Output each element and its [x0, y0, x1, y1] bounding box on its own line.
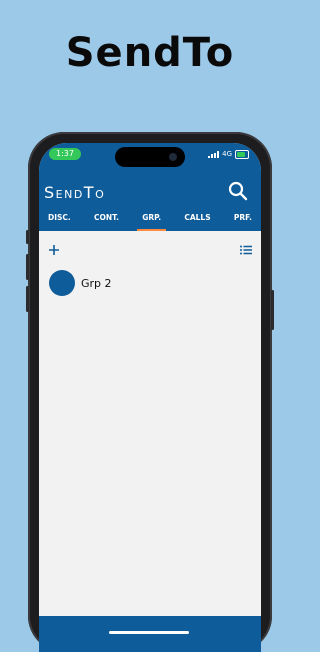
tab-groups[interactable]: GRP. [137, 207, 167, 231]
list-item[interactable]: Grp 2 [49, 270, 112, 296]
group-name: Grp 2 [81, 276, 112, 290]
app-header: 1:37 4G SendTo DISC. CONT. GRP. CALLS PR… [39, 143, 261, 231]
phone-volume-up-button [26, 254, 29, 280]
list-icon [240, 245, 252, 255]
list-view-button[interactable] [239, 242, 253, 256]
promo-title: SendTo [65, 30, 235, 76]
status-indicators: 4G [208, 149, 249, 159]
add-group-button[interactable] [47, 242, 61, 256]
battery-icon [235, 149, 249, 159]
avatar [49, 270, 75, 296]
tab-bar: DISC. CONT. GRP. CALLS PRF. [39, 207, 261, 231]
bottom-bar [39, 616, 261, 652]
tab-calls[interactable]: CALLS [179, 207, 215, 231]
dynamic-island [115, 147, 185, 167]
plus-icon [49, 245, 59, 255]
phone-screen: 1:37 4G SendTo DISC. CONT. GRP. CALLS PR… [39, 143, 261, 652]
tab-contacts[interactable]: CONT. [89, 207, 124, 231]
groups-toolbar [39, 239, 261, 263]
home-indicator[interactable] [109, 631, 189, 634]
status-time: 1:37 [49, 148, 81, 160]
app-title: SendTo [44, 183, 106, 202]
camera-icon [169, 153, 177, 161]
signal-icon [208, 150, 220, 158]
phone-frame: 1:37 4G SendTo DISC. CONT. GRP. CALLS PR… [26, 132, 274, 652]
tab-profile[interactable]: PRF. [229, 207, 257, 231]
status-bar: 1:37 4G [39, 143, 261, 167]
search-icon [228, 181, 248, 201]
phone-side-button [26, 230, 29, 244]
search-button[interactable] [227, 180, 249, 202]
network-type: 4G [222, 150, 232, 158]
tab-discover[interactable]: DISC. [43, 207, 76, 231]
phone-power-button [271, 290, 274, 330]
phone-volume-down-button [26, 286, 29, 312]
